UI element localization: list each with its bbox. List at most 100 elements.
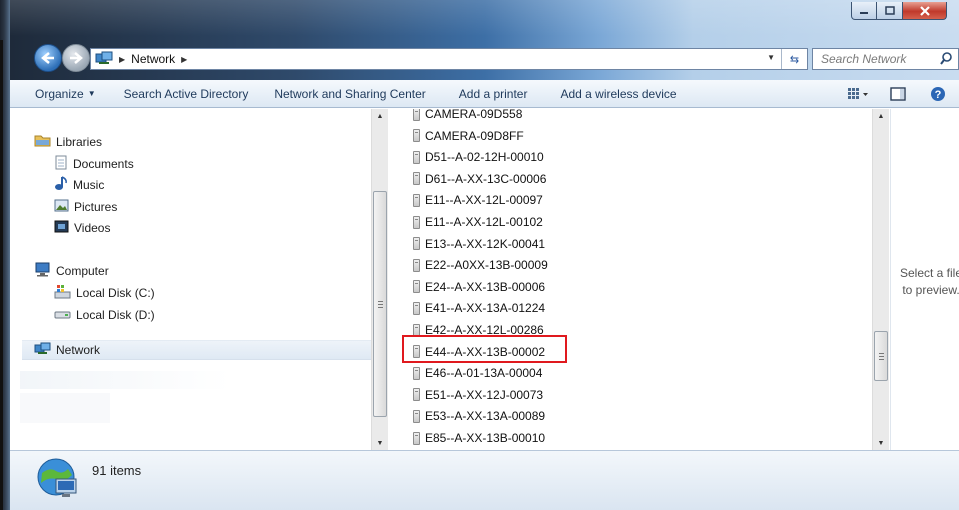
file-list-item[interactable]: CAMERA-09D8FF (413, 126, 524, 146)
file-list-item[interactable]: E85--A-XX-13B-00010 (413, 428, 545, 448)
item-count: 91 items (92, 463, 142, 478)
scroll-up-arrow-icon[interactable]: ▲ (873, 109, 889, 123)
preview-pane-button[interactable] (883, 83, 913, 105)
file-list-item-label: E85--A-XX-13B-00010 (425, 431, 546, 445)
file-list-item[interactable]: E53--A-XX-13A-00089 (413, 406, 545, 426)
nav-local-disk-d[interactable]: Local Disk (D:) (54, 305, 155, 325)
help-icon[interactable]: ? (923, 83, 953, 105)
file-list-item[interactable]: E11--A-XX-12L-00097 (413, 190, 543, 210)
computer-tower-icon (413, 109, 420, 121)
file-list-item[interactable]: E46--A-01-13A-00004 (413, 363, 542, 383)
breadcrumb-arrow-icon[interactable]: ▶ (181, 55, 187, 64)
computer-tower-icon (413, 237, 420, 251)
nav-computer-label: Computer (56, 264, 109, 278)
file-list-item[interactable]: D51--A-02-12H-00010 (413, 147, 544, 167)
file-list-item[interactable]: E24--A-XX-13B-00006 (413, 277, 545, 297)
preview-message: Select a file to preview. (899, 266, 959, 297)
file-list: CAMERA-09D558 CAMERA-09D8FF D51--A-02-12H-… (389, 109, 872, 450)
scrollbar-thumb[interactable] (373, 191, 387, 417)
nav-pictures-label: Pictures (74, 200, 118, 214)
file-list-item[interactable]: CAMERA-09D558 (413, 109, 522, 124)
libraries-icon (34, 134, 51, 150)
computer-tower-icon (413, 366, 420, 380)
file-list-item-label: E46--A-01-13A-00004 (425, 366, 543, 381)
file-list-item-label: CAMERA-09D558 (425, 109, 523, 121)
nav-libraries-label: Libraries (56, 135, 103, 149)
search-placeholder: Search Network (821, 52, 907, 66)
file-list-item[interactable]: E13--A-XX-12K-00041 (413, 234, 545, 254)
explorer-window: ▶ Network ▶ ▼ ⇆ Search Network Organize … (0, 0, 959, 510)
network-sharing-center-button[interactable]: Network and Sharing Center (265, 87, 434, 101)
nav-videos[interactable]: Videos (54, 218, 110, 238)
computer-tower-icon (413, 129, 420, 143)
music-icon (54, 176, 68, 194)
caption-buttons (851, 2, 947, 20)
breadcrumb: ▶ Network ▶ (119, 52, 187, 66)
computer-tower-icon (413, 301, 420, 315)
search-icon[interactable] (940, 52, 952, 69)
computer-tower-icon (413, 431, 420, 445)
file-list-item-label: E51--A-XX-12J-00073 (425, 387, 544, 402)
nav-computer[interactable]: Computer (34, 261, 109, 281)
add-printer-button[interactable]: Add a printer (450, 87, 537, 101)
search-input[interactable]: Search Network (812, 48, 959, 70)
document-icon (54, 155, 68, 173)
file-list-item-label: E11--A-XX-12L-00097 (425, 193, 543, 208)
breadcrumb-network[interactable]: Network (131, 52, 175, 66)
nav-documents-label: Documents (73, 157, 134, 171)
computer-tower-icon (413, 172, 420, 186)
nav-videos-label: Videos (74, 221, 111, 235)
scroll-down-arrow-icon[interactable]: ▼ (372, 436, 388, 450)
file-list-item[interactable]: E51--A-XX-12J-00073 (413, 385, 543, 405)
network-icon (34, 342, 51, 358)
back-button[interactable] (34, 44, 62, 72)
videos-icon (54, 220, 69, 236)
computer-tower-icon (413, 150, 420, 164)
file-list-item-label: E22--A0XX-13B-00009 (425, 258, 548, 273)
nav-documents[interactable]: Documents (54, 154, 134, 174)
nav-libraries[interactable]: Libraries (34, 132, 102, 152)
search-active-directory-button[interactable]: Search Active Directory (115, 87, 258, 101)
nav-network[interactable]: Network (22, 340, 374, 360)
file-list-item[interactable]: E41--A-XX-13A-01224 (413, 298, 545, 318)
nav-music[interactable]: Music (54, 175, 104, 195)
file-list-item[interactable]: E22--A0XX-13B-00009 (413, 255, 548, 275)
network-icon (95, 51, 113, 68)
details-pane: 91 items (10, 450, 959, 510)
scroll-up-arrow-icon[interactable]: ▲ (372, 109, 388, 123)
file-list-item-label: D61--A-XX-13C-00006 (425, 171, 547, 186)
forward-button[interactable] (62, 44, 90, 72)
navigation-pane: Libraries Documents Music Pictures Video… (10, 109, 385, 450)
nav-pictures[interactable]: Pictures (54, 197, 117, 217)
network-globe-icon (36, 457, 80, 504)
organize-label: Organize (35, 86, 84, 101)
svg-text:?: ? (935, 89, 942, 101)
organize-button[interactable]: Organize ▼ (26, 87, 105, 101)
address-dropdown-icon[interactable]: ▼ (767, 53, 775, 62)
preview-pane: Select a file to preview. (890, 109, 959, 450)
add-wireless-device-button[interactable]: Add a wireless device (551, 87, 685, 101)
breadcrumb-arrow-icon[interactable]: ▶ (119, 55, 125, 64)
scrollbar-thumb[interactable] (874, 331, 888, 381)
file-list-scrollbar[interactable]: ▲ ▼ (872, 109, 889, 450)
computer-icon (34, 262, 51, 280)
computer-tower-icon (413, 258, 420, 272)
file-list-item[interactable]: D61--A-XX-13C-00006 (413, 169, 546, 189)
computer-tower-icon (413, 388, 420, 402)
refresh-icon[interactable]: ⇆ (781, 49, 807, 69)
close-button[interactable] (903, 2, 947, 20)
nav-local-disk-c-label: Local Disk (C:) (76, 286, 155, 300)
computer-tower-icon (413, 409, 420, 423)
system-drive-icon (54, 284, 71, 302)
navigation-pane-scrollbar[interactable]: ▲ ▼ (371, 109, 388, 450)
pictures-icon (54, 199, 69, 215)
file-list-item[interactable]: E11--A-XX-12L-00102 (413, 212, 543, 232)
computer-tower-icon (413, 193, 420, 207)
maximize-button[interactable] (877, 2, 903, 20)
nav-local-disk-c[interactable]: Local Disk (C:) (54, 283, 155, 303)
address-bar[interactable]: ▶ Network ▶ ▼ ⇆ (90, 48, 808, 70)
file-list-item-label: D51--A-02-12H-00010 (425, 150, 544, 165)
scroll-down-arrow-icon[interactable]: ▼ (873, 436, 889, 450)
change-view-button[interactable] (843, 83, 873, 105)
minimize-button[interactable] (851, 2, 877, 20)
